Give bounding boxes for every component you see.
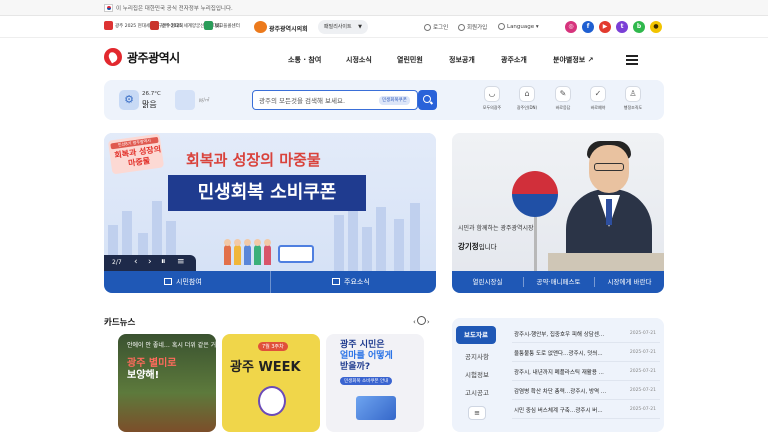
tab-citizen-participation[interactable]: 시민참여 [164,271,202,293]
blog-icon[interactable]: b [633,21,645,33]
council-logo-icon [254,21,267,33]
banner-stamp: 민선8기 광주광역시 회복과 성장의 마중물 [107,133,165,175]
sun-icon: ⚙ [119,90,139,110]
temperature: 26.7°C [142,91,161,97]
tab-manifesto[interactable]: 공약·매니페스토 [523,271,594,293]
prev-icon[interactable]: ‹ [413,318,416,326]
next-icon[interactable]: › [427,318,430,326]
main-banner: 민선8기 광주광역시 회복과 성장의 마중물 회복과 성장의 마중물 민생회복 … [104,133,436,293]
gwangju-logo-icon [104,48,122,66]
gov-banner-text: 이 누리집은 대한민국 공식 전자정부 누리집입니다. [116,6,233,12]
people-icon [164,278,172,285]
search-panel: ⚙ 26.7°C 맑음 ㎍/㎥ 민생회복쿠폰 ◡모두의광주 ⌂광주인(DN) ✎… [104,80,664,120]
next-icon[interactable]: › [148,257,152,267]
banner-headline: 회복과 성장의 마중물 [186,151,321,169]
search-field: 민생회복쿠폰 [252,90,418,110]
banner-image[interactable]: 민선8기 광주광역시 회복과 성장의 마중물 회복과 성장의 마중물 민생회복 … [104,133,436,271]
talk-icon[interactable]: t [616,21,628,33]
card-news-item[interactable]: 안에이 안 좋네… 혹시 더위 같은 거 티? 광주 별미로보양해! [118,334,216,432]
list-icon[interactable]: ≡ [177,257,185,267]
facebook-icon[interactable]: f [582,21,594,33]
youtube-icon[interactable]: ▶ [599,21,611,33]
tab-main-news[interactable]: 주요소식 [332,271,370,293]
partner-logo-callcenter[interactable]: 빛고을콜센터 [204,21,240,30]
quick-link-gwangju-dn[interactable]: ⌂ 광주인(DN) [512,86,542,111]
external-link-icon: ↗ [587,56,594,64]
search-input[interactable] [259,95,377,106]
taegeukgi-icon [104,4,113,12]
quick-link-org-chart[interactable]: ♙ 행정조직도 [618,86,648,111]
nav-civil-service[interactable]: 열린민원 [397,55,423,65]
card-news-item[interactable]: 광주 시민은 얼마를 어떻게 받을까? 민생회복 소비쿠폰 안내 [326,334,424,432]
mascot-image [258,386,286,416]
mayor-tabs: 열린시장실 공약·매니페스토 시장에게 바란다 [452,271,664,293]
taegeukgi-flag [512,171,558,217]
tab-open-mayor-office[interactable]: 열린시장실 [452,271,523,293]
mayor-panel: 시민과 함께하는 광주광역시장 강기정입니다 열린시장실 공약·매니페스토 시장… [452,133,664,293]
banner-page-indicator: 2/7 [112,259,122,266]
banner-illustration [220,223,320,265]
edit-icon: ✎ [555,86,571,102]
menu-icon[interactable] [626,55,638,65]
mayor-name: 강기정입니다 [458,242,497,251]
user-icon [458,24,465,31]
kakao-icon[interactable]: ● [650,21,662,33]
news-row[interactable]: 감염병 확산 차단 총력…광주시, 방역 ... 2025-07-21 [512,381,660,400]
nav-info-disclosure[interactable]: 정보공개 [449,55,475,65]
pause-icon[interactable]: ⏸ [161,257,166,267]
tab-notice[interactable]: 공지사항 [452,348,502,366]
cardnews-controls: ‹ › [413,316,430,326]
globe-icon [498,23,505,30]
search-tag-chip[interactable]: 민생회복쿠폰 [379,96,410,105]
mayor-caption: 시민과 함께하는 광주광역시장 [458,225,534,232]
tab-press-release[interactable]: 보도자료 [456,326,496,344]
nav-communication[interactable]: 소통 · 참여 [288,55,321,65]
quick-link-quick-reply[interactable]: ✎ 바로응답 [548,86,578,111]
tab-public-notice[interactable]: 고시공고 [452,384,502,402]
login-link[interactable]: 로그인 [424,23,448,31]
dn-icon: ⌂ [519,86,535,102]
site-logo[interactable]: 광주광역시 [104,48,180,66]
more-button[interactable]: ≡ [468,406,486,420]
tab-exam-info[interactable]: 시험정보 [452,366,502,384]
dust-unit: ㎍/㎥ [199,98,210,103]
prev-icon[interactable]: ‹ [134,257,138,267]
org-chart-icon: ♙ [625,86,641,102]
dust-icon [175,90,195,110]
news-row[interactable]: 울퉁불퉁 도로 없앤다…광주시, 덧씌... 2025-07-21 [512,343,660,362]
utility-bar: 광주 2025 현대세계탁구선수권대회 광주 2025 세계양궁선수권대회 빛고… [0,16,768,38]
card-image [356,396,396,420]
tab-request-to-mayor[interactable]: 시장에게 바란다 [594,271,664,293]
quick-link-all-gwangju[interactable]: ◡ 모두의광주 [477,86,507,111]
calendar-icon: ✓ [590,86,606,102]
weather-condition: 맑음 [142,100,157,109]
list-icon [332,278,340,285]
instagram-icon[interactable]: ◎ [565,21,577,33]
news-board: 보도자료 공지사항 시험정보 고시공고 ≡ 광주시-행안부, 집중호우 피해 상… [452,318,664,432]
news-row[interactable]: 시민 중심 버스체계 구축…광주시 버... 2025-07-21 [512,400,660,419]
news-row[interactable]: 광주시, 내년까지 폐플라스틱 재활용 ... 2025-07-21 [512,362,660,381]
banner-tabs: 시민참여 주요소식 [104,271,436,293]
mayor-photo[interactable]: 시민과 함께하는 광주광역시장 강기정입니다 [452,133,664,271]
login-icon [424,24,431,31]
gov-banner: 이 누리집은 대한민국 공식 전자정부 누리집입니다. [0,0,768,16]
news-row[interactable]: 광주시-행안부, 집중호우 피해 상담센... 2025-07-21 [512,324,660,343]
banner-pager: 2/7 ‹ › ⏸ ≡ [104,255,196,271]
nav-about-gwangju[interactable]: 광주소개 [501,55,527,65]
card-news-item[interactable]: 7월 3주차 광주 WEEK [222,334,320,432]
search-button[interactable] [418,90,437,110]
chevron-down-icon: ▼ [358,24,362,30]
family-site-select[interactable]: 패밀리사이트 ▼ [318,20,368,34]
pause-icon[interactable] [416,316,426,325]
quick-link-reservation[interactable]: ✓ 바로예약 [583,86,613,111]
signup-link[interactable]: 회원가입 [458,23,487,31]
cardnews-title: 카드뉴스 [104,318,136,328]
chat-icon: ◡ [484,86,500,102]
nav-field-info[interactable]: 분야별정보 ↗ [553,55,594,65]
nav-city-news[interactable]: 시정소식 [346,55,372,65]
banner-coupon-title: 민생회복 소비쿠폰 [168,175,366,211]
site-header: 광주광역시 소통 · 참여 시정소식 열린민원 정보공개 광주소개 분야별정보 … [0,38,768,80]
language-select[interactable]: Language ▾ [498,23,539,30]
council-link[interactable]: 광주광역시의회 [269,24,308,33]
